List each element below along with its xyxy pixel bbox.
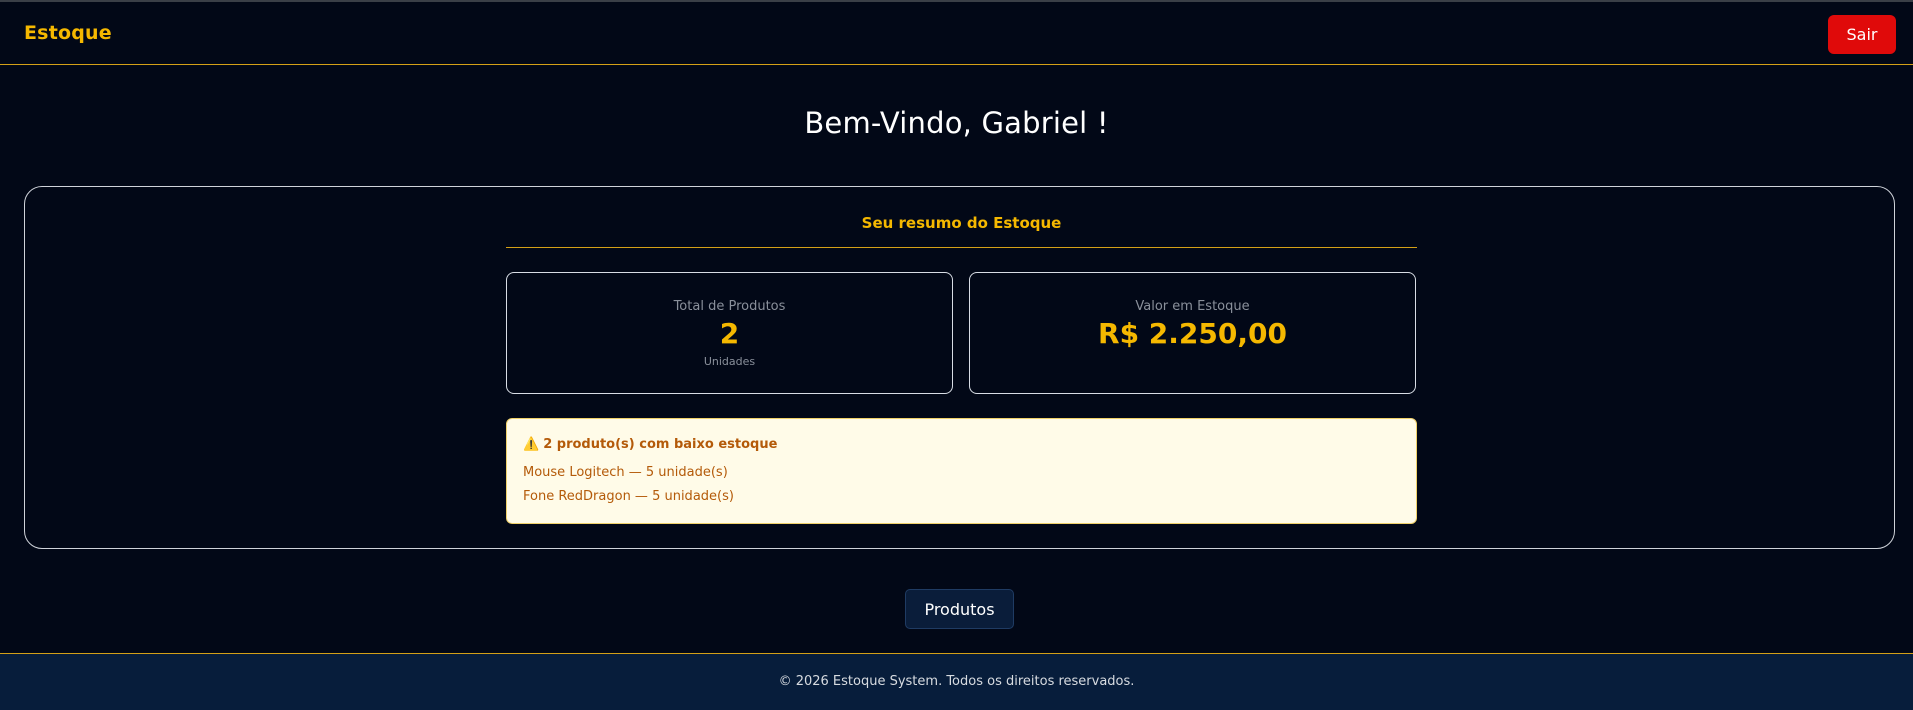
total-products-unit: Unidades [703, 355, 756, 368]
top-navigation-bar: Estoque Sair [0, 0, 1913, 65]
stock-value-card: Valor em Estoque R$ 2.250,00 [969, 272, 1416, 394]
total-products-label: Total de Produtos [673, 299, 786, 314]
low-stock-alert-text: 2 produto(s) com baixo estoque [543, 437, 778, 452]
warning-icon: ⚠️ [523, 437, 540, 452]
summary-divider [506, 247, 1417, 248]
logout-button[interactable]: Sair [1828, 15, 1896, 54]
low-stock-alert-title: ⚠️ 2 produto(s) com baixo estoque [523, 437, 777, 452]
summary-title: Seu resumo do Estoque [861, 214, 1062, 232]
brand-title: Estoque [24, 22, 112, 44]
stock-value-amount: R$ 2.250,00 [1098, 317, 1287, 350]
welcome-heading: Bem-Vindo, Gabriel ! [804, 106, 1109, 140]
inventory-summary-panel: Seu resumo do Estoque Total de Produtos … [24, 186, 1895, 549]
app-page: Estoque Sair Bem-Vindo, Gabriel ! Seu re… [0, 0, 1913, 710]
low-stock-item: Mouse Logitech — 5 unidade(s) [523, 465, 728, 480]
stock-value-label: Valor em Estoque [1135, 299, 1250, 314]
low-stock-alert: ⚠️ 2 produto(s) com baixo estoque Mouse L… [506, 418, 1417, 524]
footer-copyright: © 2026 Estoque System. Todos os direitos… [778, 674, 1135, 689]
page-footer: © 2026 Estoque System. Todos os direitos… [0, 653, 1913, 710]
products-button[interactable]: Produtos [905, 589, 1014, 629]
total-products-card: Total de Produtos 2 Unidades [506, 272, 953, 394]
total-products-value: 2 [719, 317, 740, 350]
summary-content: Seu resumo do Estoque Total de Produtos … [506, 187, 1417, 548]
low-stock-item: Fone RedDragon — 5 unidade(s) [523, 489, 734, 504]
